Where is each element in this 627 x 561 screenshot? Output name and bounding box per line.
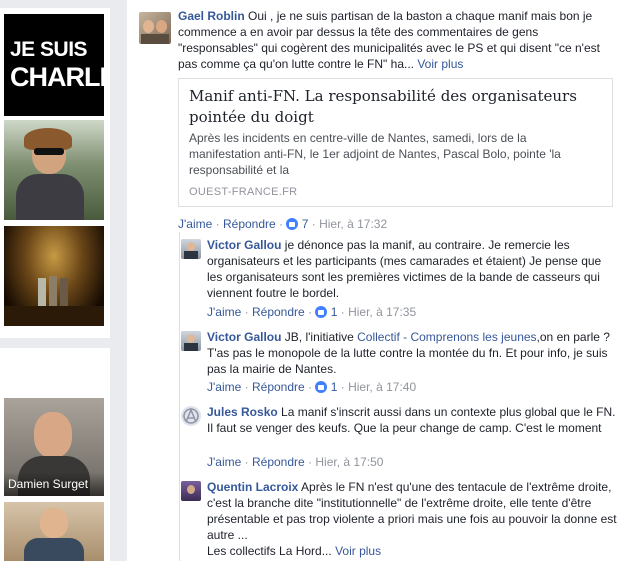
reply-button[interactable]: Répondre bbox=[252, 455, 305, 469]
separator: · bbox=[308, 217, 320, 231]
avatar[interactable] bbox=[139, 12, 171, 44]
comment-author[interactable]: Gael Roblin bbox=[178, 9, 245, 23]
like-button[interactable]: J'aime bbox=[178, 217, 212, 231]
reply-comment: Quentin Lacroix Après le FN n'est qu'une… bbox=[207, 479, 617, 559]
damien-surget-name[interactable]: Damien Surget bbox=[8, 477, 88, 491]
reply-button[interactable]: Répondre bbox=[252, 305, 305, 319]
separator: · bbox=[304, 305, 316, 319]
separator: · bbox=[304, 380, 316, 394]
mention-link[interactable]: Collectif - Comprenons les jeunes bbox=[357, 330, 536, 344]
separator: · bbox=[275, 217, 287, 231]
night-photo[interactable] bbox=[4, 226, 104, 326]
see-more-link[interactable]: Voir plus bbox=[417, 57, 463, 71]
comment-feed: Gael Roblin Oui , je ne suis partisan de… bbox=[127, 0, 627, 561]
link-preview-card[interactable]: Manif anti-FN. La responsabilité des org… bbox=[178, 78, 613, 207]
reply-button[interactable]: Répondre bbox=[252, 380, 305, 394]
comment-author[interactable]: Victor Gallou bbox=[207, 330, 281, 344]
comment-author[interactable]: Jules Rosko bbox=[207, 405, 278, 419]
anarchy-icon bbox=[183, 407, 199, 424]
comment-text: Les collectifs La Hord... bbox=[207, 544, 336, 558]
link-title[interactable]: Manif anti-FN. La responsabilité des org… bbox=[189, 86, 599, 128]
je-suis-charlie-image[interactable]: JE SUIS CHARLIE bbox=[4, 14, 104, 116]
avatar[interactable] bbox=[181, 239, 201, 259]
charlie-line-2: CHARLIE bbox=[10, 62, 104, 92]
link-description: Après les incidents en centre-ville de N… bbox=[189, 131, 561, 177]
like-button[interactable]: J'aime bbox=[207, 305, 241, 319]
like-icon bbox=[315, 381, 328, 393]
reply-thread-line bbox=[179, 232, 180, 561]
reply-comment: Jules Rosko La manif s'inscrit aussi dan… bbox=[207, 404, 617, 436]
like-icon bbox=[315, 306, 328, 318]
separator: · bbox=[241, 305, 252, 319]
separator: · bbox=[337, 380, 349, 394]
left-photo-column: JE SUIS CHARLIE Damien Surget bbox=[0, 0, 110, 561]
comment-author[interactable]: Victor Gallou bbox=[207, 238, 281, 252]
link-source: OUEST-FRANCE.FR bbox=[189, 186, 298, 198]
comment-author[interactable]: Quentin Lacroix bbox=[207, 480, 298, 494]
separator: · bbox=[337, 305, 349, 319]
comment-actions: J'aime · Répondre · 7 · Hier, à 17:32 bbox=[178, 216, 387, 232]
damien-surget-photo[interactable]: Damien Surget bbox=[4, 398, 104, 496]
timestamp[interactable]: Hier, à 17:40 bbox=[348, 380, 416, 394]
main-comment: Gael Roblin Oui , je ne suis partisan de… bbox=[178, 8, 611, 72]
separator: · bbox=[241, 380, 252, 394]
avatar[interactable] bbox=[181, 481, 201, 501]
like-icon bbox=[286, 218, 299, 230]
reply-button[interactable]: Répondre bbox=[223, 217, 276, 231]
avatar[interactable] bbox=[181, 331, 201, 351]
separator: · bbox=[212, 217, 223, 231]
reply-comment: Victor Gallou je dénonce pas la manif, a… bbox=[207, 237, 617, 301]
charlie-line-1: JE SUIS bbox=[10, 38, 88, 61]
separator: · bbox=[241, 455, 252, 469]
timestamp[interactable]: Hier, à 17:35 bbox=[348, 305, 416, 319]
comment-actions: J'aime · Répondre · 1 · Hier, à 17:40 bbox=[207, 379, 416, 395]
like-button[interactable]: J'aime bbox=[207, 455, 241, 469]
like-button[interactable]: J'aime bbox=[207, 380, 241, 394]
comment-text: JB, l'initiative bbox=[281, 330, 358, 344]
timestamp[interactable]: Hier, à 17:50 bbox=[315, 455, 383, 469]
profile-photo-sunglasses[interactable] bbox=[4, 120, 104, 220]
comment-actions: J'aime · Répondre · Hier, à 17:50 bbox=[207, 454, 383, 470]
separator: · bbox=[304, 455, 316, 469]
comment-actions: J'aime · Répondre · 1 · Hier, à 17:35 bbox=[207, 304, 416, 320]
avatar[interactable] bbox=[181, 406, 201, 426]
profile-photo-suit[interactable] bbox=[4, 502, 104, 561]
reply-comment: Victor Gallou JB, l'initiative Collectif… bbox=[207, 329, 617, 377]
see-more-link[interactable]: Voir plus bbox=[335, 544, 381, 558]
timestamp[interactable]: Hier, à 17:32 bbox=[319, 217, 387, 231]
